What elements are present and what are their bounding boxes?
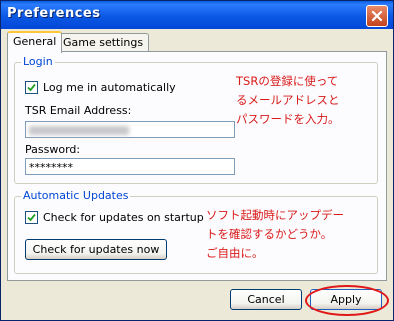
updates-annotation: ソフト起動時にアップデー トを確認するかどうか。 ご自由に。 (206, 208, 344, 260)
email-field[interactable] (25, 121, 235, 138)
check-updates-checkbox[interactable] (25, 211, 38, 224)
close-icon (371, 10, 383, 22)
window-title: Preferences (7, 6, 101, 21)
cancel-button[interactable]: Cancel (230, 289, 302, 310)
preferences-window: Preferences General Game settings Login … (0, 0, 394, 321)
login-legend: Login (21, 55, 55, 68)
redacted-email (29, 126, 129, 135)
auto-login-row[interactable]: Log me in automatically (25, 81, 176, 94)
title-bar[interactable]: Preferences (1, 1, 393, 29)
auto-login-label: Log me in automatically (43, 81, 176, 94)
close-button[interactable] (366, 5, 388, 27)
password-field[interactable]: ******** (25, 158, 235, 175)
checkmark-icon (27, 213, 36, 222)
tab-game-settings[interactable]: Game settings (57, 33, 150, 52)
check-updates-now-button[interactable]: Check for updates now (25, 239, 167, 260)
check-updates-row[interactable]: Check for updates on startup (25, 211, 204, 224)
updates-legend: Automatic Updates (21, 189, 131, 202)
auto-login-checkbox[interactable] (25, 81, 38, 94)
email-label: TSR Email Address: (25, 104, 132, 117)
apply-highlight-circle (305, 285, 389, 316)
check-updates-label: Check for updates on startup (43, 211, 204, 224)
general-tab-panel: Login Log me in automatically TSR Email … (7, 51, 387, 281)
password-label: Password: (25, 143, 81, 156)
login-annotation: TSRの登録に使って るメールアドレスと パスワードを入力。 (236, 74, 340, 126)
checkmark-icon (27, 83, 36, 92)
tab-general[interactable]: General (7, 31, 63, 53)
